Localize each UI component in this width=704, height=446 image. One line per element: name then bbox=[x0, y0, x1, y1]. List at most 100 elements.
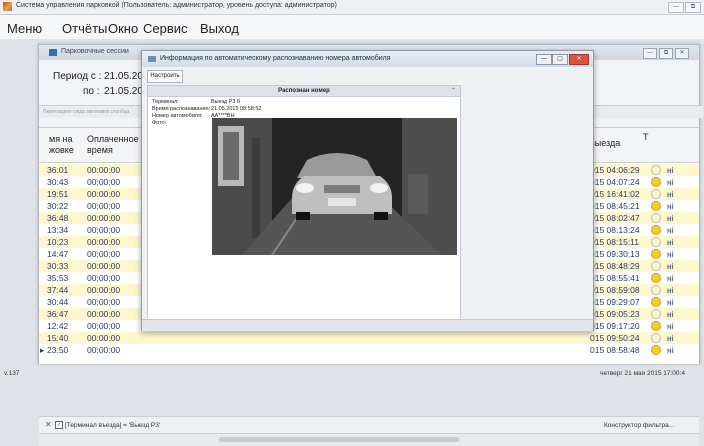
period-from-label: Период с : bbox=[53, 71, 102, 82]
dialog-title: Информация по автоматическому распознава… bbox=[160, 55, 391, 62]
cell-exit-time: 015 08:48:29 bbox=[590, 261, 640, 271]
status-indicator-icon bbox=[651, 273, 661, 283]
menu-bar: Меню Отчёты Окно Сервис Выход bbox=[0, 15, 704, 39]
sessions-close-button[interactable]: ✕ bbox=[675, 48, 689, 59]
dialog-title-bar: Информация по автоматическому распознава… bbox=[142, 51, 593, 67]
grid-horizontal-scrollbar[interactable] bbox=[39, 433, 699, 446]
cell-exit-time: 015 09:50:24 bbox=[590, 333, 640, 343]
cell-paid-time: 00:00:00 bbox=[87, 309, 121, 319]
cell-paid-time: 00:00:00 bbox=[87, 225, 121, 235]
cell-exit-time: 015 09:05:23 bbox=[590, 309, 640, 319]
cell-exit-time: 015 08:45:21 bbox=[590, 201, 640, 211]
status-indicator-icon bbox=[651, 285, 661, 295]
dialog-restore-button[interactable]: ▢ bbox=[552, 54, 568, 65]
plate-number-label: Номер автомобиля: bbox=[152, 113, 203, 119]
dialog-horizontal-scrollbar[interactable] bbox=[142, 319, 593, 331]
filter-enabled-checkbox[interactable]: ✓ bbox=[55, 421, 63, 429]
vehicle-photo bbox=[212, 118, 457, 255]
status-bar: v.137 четверг 21 мая 2015 17:00:4 bbox=[0, 366, 704, 381]
cell-entry-time: 30:43 bbox=[47, 177, 69, 187]
cell-paid-time: 00:00:00 bbox=[87, 297, 121, 307]
minimize-button[interactable]: — bbox=[668, 2, 684, 13]
status-indicator-icon bbox=[651, 321, 661, 331]
column-header-t[interactable]: Т bbox=[643, 132, 649, 143]
terminal-label: Терминал: bbox=[152, 99, 179, 105]
status-indicator-icon bbox=[651, 345, 661, 355]
cell-exit-time: 015 08:02:47 bbox=[590, 213, 640, 223]
cell-entry-time: 15:40 bbox=[47, 333, 69, 343]
cell-paid-time: 00:00:00 bbox=[87, 249, 121, 259]
cell-paid-time: 00:00:00 bbox=[87, 201, 121, 211]
cell-entry-time: 10:23 bbox=[47, 237, 69, 247]
cell-paid-time: 00:00:00 bbox=[87, 273, 121, 283]
table-row[interactable]: 15:40 00:00:00 015 09:50:24 нi bbox=[39, 332, 699, 344]
cell-entry-time: 36:47 bbox=[47, 309, 69, 319]
cell-suffix: нi bbox=[667, 165, 674, 175]
cell-suffix: нi bbox=[667, 177, 674, 187]
configure-button[interactable]: Настроить bbox=[147, 70, 183, 83]
cell-suffix: нi bbox=[667, 225, 674, 235]
cell-paid-time: 00:00:00 bbox=[87, 165, 121, 175]
clear-filter-icon[interactable]: ✕ bbox=[45, 420, 52, 429]
cell-entry-time: 36:01 bbox=[47, 165, 69, 175]
status-indicator-icon bbox=[651, 225, 661, 235]
photo-label: Фото: bbox=[152, 120, 167, 126]
datetime-label: четверг 21 мая 2015 17:00:4 bbox=[600, 370, 685, 377]
cell-exit-time: 015 09:17:20 bbox=[590, 321, 640, 331]
cell-suffix: нi bbox=[667, 285, 674, 295]
panel-title: Распознан номер bbox=[148, 86, 460, 97]
app-title: Система управления парковкой (Пользовате… bbox=[16, 2, 337, 9]
period-to-label: по : bbox=[83, 86, 100, 97]
cell-exit-time: 015 08:13:24 bbox=[590, 225, 640, 235]
cell-suffix: нi bbox=[667, 237, 674, 247]
cell-entry-time: 12:42 bbox=[47, 321, 69, 331]
recognition-time-value: 21.05.2015 08:58:52 bbox=[211, 106, 262, 112]
menu-item-service[interactable]: Сервис bbox=[143, 21, 188, 36]
sessions-window-icon bbox=[49, 49, 57, 56]
app-title-bar: Система управления парковкой (Пользовате… bbox=[0, 0, 704, 15]
cell-suffix: нi bbox=[667, 333, 674, 343]
cell-entry-time: 36:48 bbox=[47, 213, 69, 223]
scroll-thumb[interactable] bbox=[219, 437, 459, 442]
terminal-value: Выезд Р3 б bbox=[211, 99, 241, 105]
cell-suffix: нi bbox=[667, 201, 674, 211]
dialog-close-button[interactable]: ✕ bbox=[569, 54, 589, 65]
restore-button[interactable]: ⧉ bbox=[685, 2, 701, 13]
menu-item-exit[interactable]: Выход bbox=[200, 21, 239, 36]
cell-exit-time: 015 08:58:48 bbox=[590, 345, 640, 355]
cell-suffix: нi bbox=[667, 321, 674, 331]
cell-paid-time: 00:00:00 bbox=[87, 177, 121, 187]
current-row-marker-icon: ▸ bbox=[40, 345, 45, 355]
cell-entry-time: 30:22 bbox=[47, 201, 69, 211]
status-indicator-icon bbox=[651, 297, 661, 307]
status-indicator-icon bbox=[651, 177, 661, 187]
cell-suffix: нi bbox=[667, 249, 674, 259]
table-row[interactable]: ▸ 23:50 00:00:00 015 08:58:48 нi bbox=[39, 344, 699, 356]
menu-item-reports[interactable]: Отчёты bbox=[62, 21, 107, 36]
filter-builder-button[interactable]: Конструктор фильтра... bbox=[604, 422, 674, 429]
cell-suffix: нi bbox=[667, 309, 674, 319]
cell-entry-time: 30:33 bbox=[47, 261, 69, 271]
cell-paid-time: 00:00:00 bbox=[87, 321, 121, 331]
column-header-paid-time[interactable]: Оплаченное время bbox=[87, 134, 139, 156]
sessions-restore-button[interactable]: ⧉ bbox=[659, 48, 673, 59]
sessions-minimize-button[interactable]: — bbox=[643, 48, 657, 59]
cell-entry-time: 19:51 bbox=[47, 189, 69, 199]
cell-paid-time: 00:00:00 bbox=[87, 237, 121, 247]
column-header-entry[interactable]: мя на жовке bbox=[49, 134, 74, 156]
cell-suffix: нi bbox=[667, 273, 674, 283]
status-indicator-icon bbox=[651, 261, 661, 271]
collapse-arrow-icon[interactable]: ⌃ bbox=[451, 86, 456, 96]
menu-item-window[interactable]: Окно bbox=[108, 21, 138, 36]
column-header-exit-time[interactable]: выезда bbox=[590, 138, 620, 149]
cell-entry-time: 13:34 bbox=[47, 225, 69, 235]
sessions-window-title: Парковочные сессии bbox=[61, 48, 129, 55]
status-indicator-icon bbox=[651, 213, 661, 223]
dialog-minimize-button[interactable]: — bbox=[536, 54, 552, 65]
filter-text: [Терминал въезда] = 'Выезд Р3' bbox=[65, 422, 161, 429]
recognition-dialog: Информация по автоматическому распознава… bbox=[141, 50, 594, 331]
cell-suffix: нi bbox=[667, 345, 674, 355]
cell-suffix: нi bbox=[667, 189, 674, 199]
menu-item-menu[interactable]: Меню bbox=[7, 21, 42, 36]
status-indicator-icon bbox=[651, 189, 661, 199]
